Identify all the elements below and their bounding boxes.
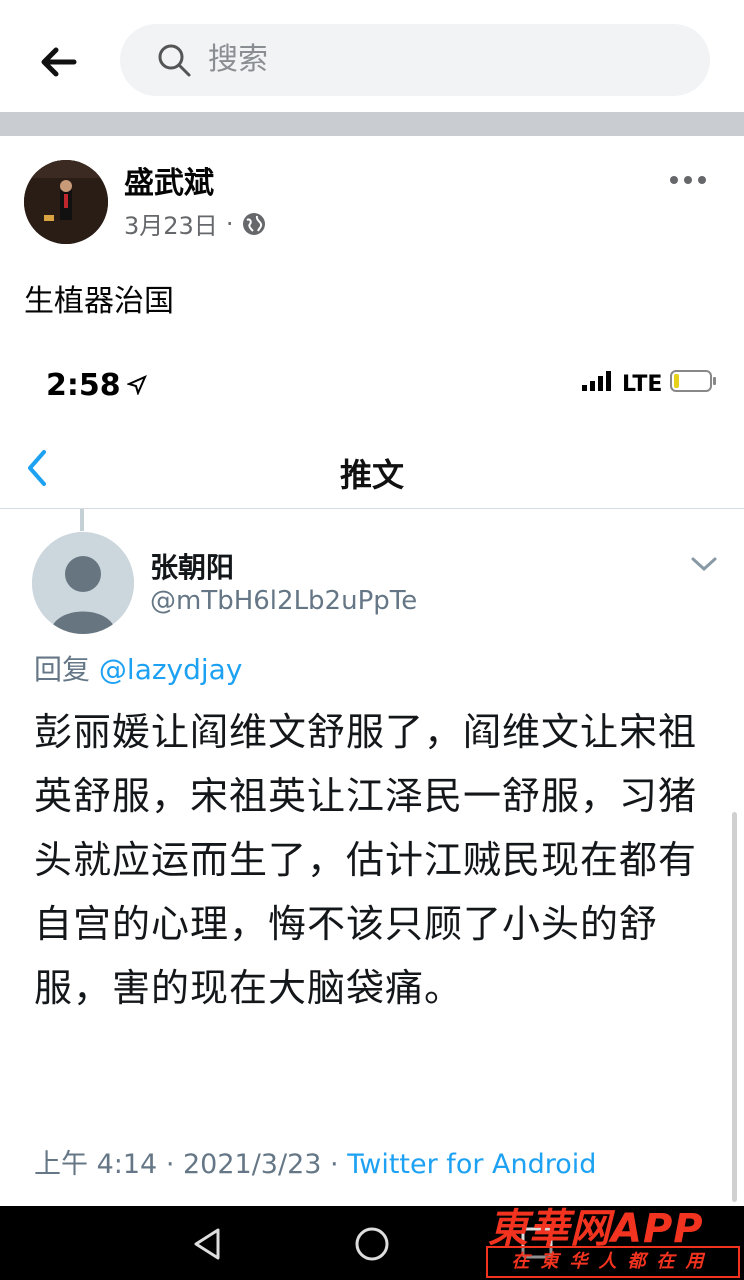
nav-home-circle-icon[interactable] bbox=[354, 1226, 390, 1262]
battery-icon bbox=[670, 370, 718, 398]
author-avatar[interactable] bbox=[24, 160, 108, 244]
meta-separator: · bbox=[225, 209, 234, 238]
back-arrow-icon[interactable] bbox=[36, 40, 80, 84]
embedded-screenshot[interactable]: 2:58 LTE 推文 张朝阳 @mTbH6l2Lb2uPpTe 回复 @laz… bbox=[0, 342, 744, 1206]
search-placeholder: 搜索 bbox=[208, 42, 268, 77]
post-date[interactable]: 3月23日 bbox=[124, 206, 218, 241]
tweet-avatar[interactable] bbox=[32, 532, 134, 634]
tweet-nav-bar: 推文 bbox=[0, 428, 744, 509]
tweet-client-link[interactable]: Twitter for Android bbox=[347, 1149, 596, 1180]
status-right: LTE bbox=[582, 370, 718, 398]
section-divider bbox=[0, 112, 744, 136]
reply-to-line: 回复 @lazydjay bbox=[34, 648, 242, 688]
network-label: LTE bbox=[622, 371, 663, 397]
tweet-page-title: 推文 bbox=[339, 456, 404, 494]
thread-line bbox=[80, 509, 84, 531]
location-arrow-icon bbox=[125, 368, 147, 403]
search-input[interactable]: 搜索 bbox=[120, 24, 710, 96]
tweet-author-handle[interactable]: @mTbH6l2Lb2uPpTe bbox=[150, 586, 417, 616]
status-time: 2:58 bbox=[46, 368, 147, 403]
nav-back-triangle-icon[interactable] bbox=[188, 1224, 228, 1264]
tweet-date: 2021/3/23 bbox=[183, 1149, 322, 1180]
search-icon bbox=[156, 42, 192, 78]
watermark-sub-text: 在東华人都在用 bbox=[486, 1246, 740, 1278]
signal-icon bbox=[582, 371, 614, 397]
watermark-logo: 東華网APP 在東华人都在用 bbox=[486, 1196, 740, 1280]
tweet-author-name[interactable]: 张朝阳 bbox=[150, 546, 234, 586]
tweet-meta-sep: · bbox=[330, 1149, 339, 1180]
facebook-post: 盛武斌 3月23日 · 生植器治国 2:58 LTE 推文 张朝阳 @mTbH6… bbox=[0, 136, 744, 1206]
chevron-down-icon[interactable] bbox=[690, 554, 718, 574]
post-meta: 3月23日 · bbox=[124, 206, 267, 241]
tweet-meta-sep: · bbox=[165, 1149, 175, 1180]
globe-icon bbox=[241, 211, 267, 237]
tweet-body: 彭丽媛让阎维文舒服了，阎维文让宋祖英舒服，宋祖英让江泽民一舒服，习猪头就应运而生… bbox=[34, 710, 698, 1010]
post-text: 生植器治国 bbox=[24, 284, 174, 319]
author-name[interactable]: 盛武斌 bbox=[124, 158, 214, 202]
scrollbar[interactable] bbox=[732, 812, 737, 1202]
reply-mention[interactable]: @lazydjay bbox=[99, 653, 243, 686]
status-time-text: 2:58 bbox=[46, 368, 121, 403]
more-options-icon[interactable] bbox=[668, 170, 708, 190]
reply-prefix: 回复 bbox=[34, 653, 91, 686]
tweet-time: 上午 4:14 bbox=[34, 1149, 158, 1180]
tweet-meta: 上午 4:14 · 2021/3/23 · Twitter for Androi… bbox=[34, 1142, 596, 1181]
top-bar: 搜索 bbox=[0, 0, 744, 112]
